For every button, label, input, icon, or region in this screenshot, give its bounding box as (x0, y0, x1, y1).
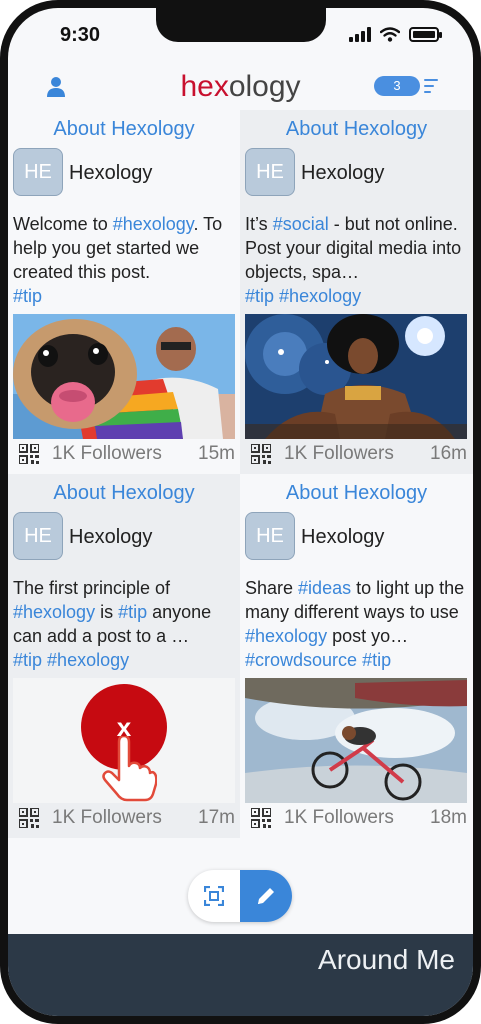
text-segment: post yo… (327, 626, 409, 646)
signal-icon (349, 27, 371, 42)
post-text: It’s #social - but not online. Post your… (245, 212, 470, 308)
card-footer: 1K Followers 15m (13, 442, 235, 466)
post-time: 18m (430, 807, 467, 828)
text-segment: The first principle of (13, 578, 171, 598)
battery-icon (409, 27, 442, 42)
followers-count: 1K Followers (52, 443, 162, 464)
post-time: 16m (430, 443, 467, 464)
text-segment: Share (245, 578, 299, 598)
scan-button[interactable] (188, 870, 240, 922)
scan-icon (204, 886, 224, 906)
status-icons (349, 27, 442, 42)
hashtag-link[interactable]: #hexology (245, 626, 327, 646)
notification-count-badge: 3 (374, 76, 420, 96)
avatar: HE (245, 512, 295, 560)
status-time: 9:30 (60, 24, 101, 46)
text-segment: is (95, 602, 119, 622)
text-segment: Welcome to (13, 214, 113, 234)
avatar: HE (13, 512, 63, 560)
card-footer: 1K Followers 17m (13, 806, 235, 830)
avatar: HE (13, 148, 63, 196)
qr-code-icon[interactable] (19, 444, 39, 464)
post-time: 17m (198, 807, 235, 828)
card-footer: 1K Followers 16m (245, 442, 467, 466)
qr-code-icon[interactable] (251, 808, 271, 828)
text-segment: It’s (245, 214, 273, 234)
tap-hand-icon (102, 736, 157, 802)
post-time: 15m (198, 443, 235, 464)
wifi-icon (380, 27, 400, 42)
hashtag-link[interactable]: #tip (13, 286, 42, 306)
qr-code-icon[interactable] (19, 808, 39, 828)
hashtag-link[interactable]: #tip (13, 650, 42, 670)
followers-count: 1K Followers (52, 807, 162, 828)
tap-to-close-overlay: x (13, 678, 235, 803)
hashtag-link[interactable]: #tip (362, 650, 391, 670)
dancer-photo[interactable] (245, 314, 467, 439)
screen: 9:30 hexology 3 About Hexology HE Hexolo… (8, 8, 473, 1016)
post-text: Share #ideas to light up the many differ… (245, 576, 470, 672)
post-card[interactable]: About Hexology HE Hexology Welcome to #h… (8, 110, 240, 474)
author-name: Hexology (301, 162, 385, 184)
logo-part-red: hex (180, 70, 229, 103)
hashtag-link[interactable]: #tip (118, 602, 147, 622)
post-card[interactable]: About Hexology HE Hexology The first pri… (8, 474, 240, 838)
card-footer: 1K Followers 18m (245, 806, 467, 830)
post-card[interactable]: About Hexology HE Hexology It’s #social … (240, 110, 473, 474)
post-card[interactable]: About Hexology HE Hexology Share #ideas … (240, 474, 473, 838)
pug-photo[interactable] (13, 314, 235, 439)
card-header-link[interactable]: About Hexology (240, 118, 473, 141)
notifications-button[interactable]: 3 (374, 76, 438, 96)
post-grid: About Hexology HE Hexology Welcome to #h… (8, 110, 473, 838)
hashtag-link[interactable]: #ideas (298, 578, 351, 598)
author-name: Hexology (69, 162, 153, 184)
around-me-label: Around Me (318, 944, 455, 975)
hashtag-link[interactable]: #hexology (47, 650, 129, 670)
bottom-bar[interactable]: Around Me (8, 934, 473, 1016)
card-header-link[interactable]: About Hexology (8, 118, 240, 141)
post-text: Welcome to #hexology. To help you get st… (13, 212, 238, 308)
card-header-link[interactable]: About Hexology (240, 482, 473, 505)
author-name: Hexology (301, 526, 385, 548)
phone-frame: 9:30 hexology 3 About Hexology HE Hexolo… (0, 0, 481, 1024)
list-menu-icon (424, 79, 438, 93)
hashtag-link[interactable]: #hexology (279, 286, 361, 306)
logo-part-dark: ology (228, 70, 301, 103)
followers-count: 1K Followers (284, 807, 394, 828)
hashtag-link[interactable]: #tip (245, 286, 274, 306)
post-text: The first principle of #hexology is #tip… (13, 576, 238, 672)
hashtag-link[interactable]: #social (273, 214, 329, 234)
avatar: HE (245, 148, 295, 196)
followers-count: 1K Followers (284, 443, 394, 464)
hashtag-link[interactable]: #hexology (13, 602, 95, 622)
hashtag-link[interactable]: #hexology (113, 214, 194, 234)
bmx-photo[interactable] (245, 678, 467, 803)
author-name: Hexology (69, 526, 153, 548)
qr-code-icon[interactable] (251, 444, 271, 464)
create-post-button[interactable] (240, 870, 292, 922)
app-header: hexology 3 (8, 64, 473, 110)
pencil-icon (258, 888, 274, 904)
notch (156, 8, 326, 42)
card-header-link[interactable]: About Hexology (8, 482, 240, 505)
hashtag-link[interactable]: #crowdsource (245, 650, 357, 670)
action-button-group (188, 870, 292, 922)
